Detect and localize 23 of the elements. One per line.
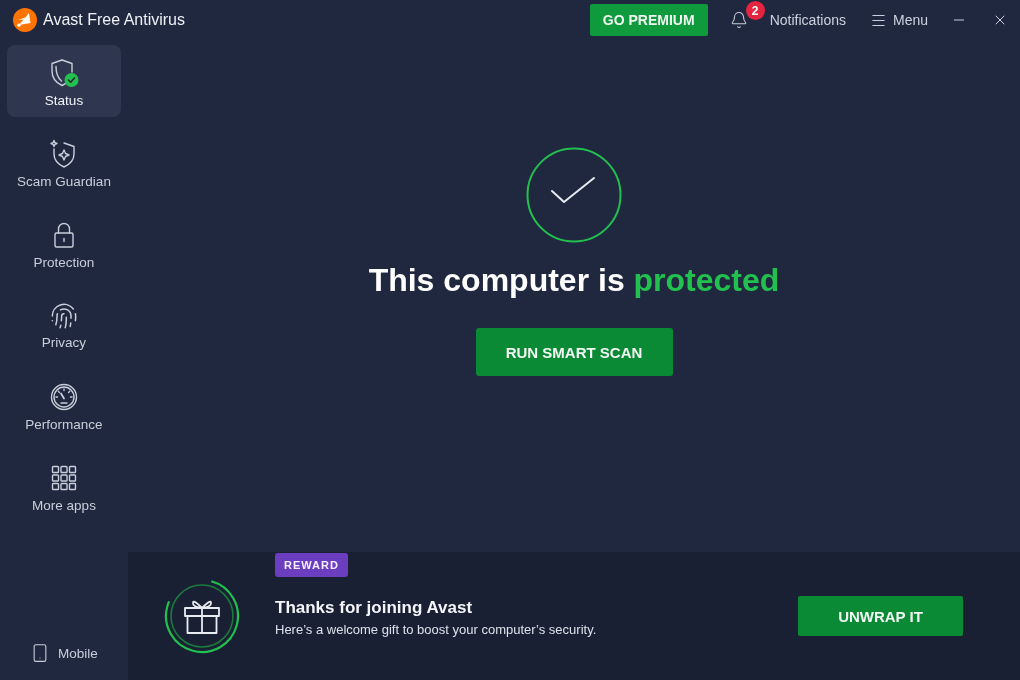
- sidebar-item[interactable]: Protection: [7, 207, 121, 279]
- sidebar-item[interactable]: Performance: [7, 369, 121, 441]
- sidebar-item[interactable]: Status: [7, 45, 121, 117]
- bell-icon: [729, 11, 748, 29]
- shield-check-icon: [49, 58, 79, 88]
- gift-icon: [164, 578, 240, 654]
- mobile-link[interactable]: Mobile: [30, 643, 98, 663]
- menu-button[interactable]: Menu: [869, 11, 928, 29]
- app-grid-icon: [49, 463, 79, 493]
- app-title: Avast Free Antivirus: [43, 11, 185, 29]
- run-smart-scan-button[interactable]: RUN SMART SCAN: [475, 328, 673, 376]
- reward-description: Here’s a welcome gift to boost your computer’s security.: [275, 622, 597, 637]
- reward-tag: REWARD: [275, 553, 348, 577]
- sidebar-item[interactable]: Scam Guardian: [7, 126, 121, 198]
- unwrap-it-button[interactable]: UNWRAP IT: [798, 596, 963, 636]
- app-logo-icon: [13, 8, 37, 32]
- fingerprint-icon: [50, 302, 78, 330]
- sidebar-item[interactable]: More apps: [7, 450, 121, 522]
- status-headline: This computer is protected: [368, 261, 780, 299]
- speedometer-icon: [49, 382, 79, 412]
- reward-title: Thanks for joining Avast: [275, 598, 473, 618]
- notification-count: 2: [745, 1, 765, 20]
- sidebar-item[interactable]: Privacy: [7, 288, 121, 360]
